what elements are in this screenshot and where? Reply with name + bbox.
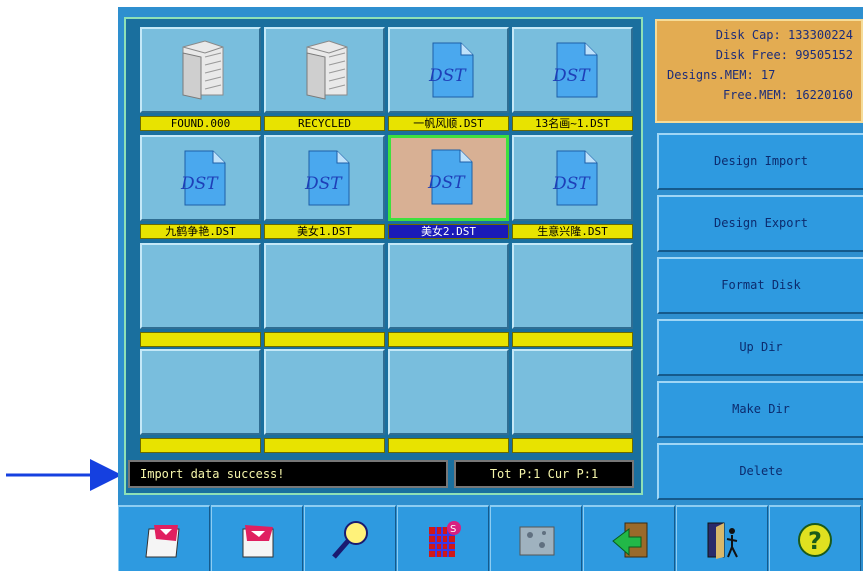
design-export-button[interactable]: Design Export: [657, 195, 863, 252]
file-thumbnail[interactable]: [140, 243, 261, 329]
file-thumbnail[interactable]: [140, 27, 261, 113]
svg-text:S: S: [450, 524, 456, 535]
stitch-grid-button[interactable]: S: [397, 505, 489, 571]
page-indicator: Tot P:1 Cur P:1: [454, 460, 634, 488]
file-cell-empty[interactable]: [140, 243, 262, 347]
file-cell-dst[interactable]: DST 一帆风顺.DST: [388, 27, 510, 131]
annotation-arrow-icon: [6, 459, 122, 491]
dst-text: DST: [552, 66, 591, 86]
dst-file-icon: DST: [552, 42, 598, 98]
file-name-label: [264, 332, 385, 347]
file-cell-empty[interactable]: [140, 349, 262, 453]
free-mem: Free.MEM: 16220160: [722, 88, 853, 102]
dst-file-icon: DST: [304, 150, 350, 206]
file-thumbnail[interactable]: DST: [388, 27, 509, 113]
disk-capacity: Disk Cap: 133300224: [715, 28, 853, 42]
file-name-label: [512, 438, 633, 453]
designs-mem: Designs.MEM: 17: [667, 68, 776, 82]
file-cell-found[interactable]: FOUND.000: [140, 27, 262, 131]
disk-free: Disk Free: 99505152: [715, 48, 853, 62]
pattern-preview-icon: [519, 526, 555, 556]
file-cell-empty[interactable]: [512, 349, 634, 453]
file-cell-recycled[interactable]: RECYCLED: [264, 27, 386, 131]
exit-button[interactable]: [676, 505, 768, 571]
file-cell-dst[interactable]: DST 13名画~1.DST: [512, 27, 634, 131]
dst-text: DST: [180, 174, 219, 194]
format-disk-button[interactable]: Format Disk: [657, 257, 863, 314]
file-thumbnail[interactable]: DST: [512, 135, 633, 221]
design-import-button[interactable]: Design Import: [657, 133, 863, 190]
file-name-label: [140, 438, 261, 453]
file-thumbnail[interactable]: [512, 243, 633, 329]
up-dir-button[interactable]: Up Dir: [657, 319, 863, 376]
dst-text: DST: [304, 174, 343, 194]
return-icon: [612, 522, 648, 558]
bottom-toolbar: S ?: [118, 505, 863, 571]
file-thumbnail[interactable]: [388, 349, 509, 435]
file-cell-dst[interactable]: DST 生意兴隆.DST: [512, 135, 634, 239]
pattern-preview-button[interactable]: [490, 505, 582, 571]
exit-door-icon: [707, 522, 738, 559]
file-thumbnail[interactable]: DST: [140, 135, 261, 221]
dst-file-icon: DST: [552, 150, 598, 206]
page-back-button[interactable]: [118, 505, 210, 571]
file-name-label: [264, 438, 385, 453]
file-name-label: FOUND.000: [140, 116, 261, 131]
file-name-label: 生意兴隆.DST: [512, 224, 633, 239]
file-cell-selected[interactable]: DST 美女2.DST: [388, 135, 510, 239]
page-next-icon: [242, 525, 274, 558]
file-browser-panel: FOUND.000 RECYCLED DST 一帆风顺.DST DST 13名画…: [124, 17, 643, 495]
delete-button[interactable]: Delete: [657, 443, 863, 500]
file-thumbnail[interactable]: DST: [264, 135, 385, 221]
return-button[interactable]: [583, 505, 675, 571]
file-name-label: RECYCLED: [264, 116, 385, 131]
file-name-label: 13名画~1.DST: [512, 116, 633, 131]
file-thumbnail[interactable]: DST: [512, 27, 633, 113]
folder-icon: [306, 40, 348, 100]
file-name-label: [512, 332, 633, 347]
file-thumbnail[interactable]: [264, 27, 385, 113]
file-thumbnail[interactable]: [264, 349, 385, 435]
dst-text: DST: [428, 66, 467, 86]
folder-icon: [182, 40, 224, 100]
file-cell-empty[interactable]: [264, 349, 386, 453]
page-back-icon: [145, 525, 180, 558]
file-thumbnail[interactable]: [512, 349, 633, 435]
file-thumbnail[interactable]: [264, 243, 385, 329]
file-name-label: [140, 332, 261, 347]
stitch-grid-icon: S: [429, 521, 461, 557]
file-cell-dst[interactable]: DST 九鹤争艳.DST: [140, 135, 262, 239]
file-cell-dst[interactable]: DST 美女1.DST: [264, 135, 386, 239]
file-name-label: 美女1.DST: [264, 224, 385, 239]
status-message: Import data success!: [128, 460, 448, 488]
file-thumbnail[interactable]: [140, 349, 261, 435]
file-cell-empty[interactable]: [388, 243, 510, 347]
dst-file-icon: DST: [427, 149, 473, 205]
file-name-label: 美女2.DST: [388, 224, 509, 239]
file-cell-empty[interactable]: [264, 243, 386, 347]
file-name-label: 一帆风顺.DST: [388, 116, 509, 131]
file-thumbnail[interactable]: [388, 243, 509, 329]
make-dir-button[interactable]: Make Dir: [657, 381, 863, 438]
help-icon: ?: [798, 523, 832, 557]
file-thumbnail-selected[interactable]: DST: [388, 135, 509, 221]
file-name-label: [388, 438, 509, 453]
file-cell-empty[interactable]: [512, 243, 634, 347]
search-button[interactable]: [304, 505, 396, 571]
file-name-label: [388, 332, 509, 347]
dst-file-icon: DST: [428, 42, 474, 98]
page-next-button[interactable]: [211, 505, 303, 571]
help-button[interactable]: ?: [769, 505, 861, 571]
search-icon: [332, 521, 368, 559]
file-name-label: 九鹤争艳.DST: [140, 224, 261, 239]
dst-text: DST: [552, 174, 591, 194]
dst-file-icon: DST: [180, 150, 226, 206]
disk-info-panel: Disk Cap: 133300224 Disk Free: 99505152 …: [655, 19, 863, 123]
dst-text: DST: [427, 173, 466, 193]
file-cell-empty[interactable]: [388, 349, 510, 453]
svg-text:?: ?: [808, 527, 822, 555]
